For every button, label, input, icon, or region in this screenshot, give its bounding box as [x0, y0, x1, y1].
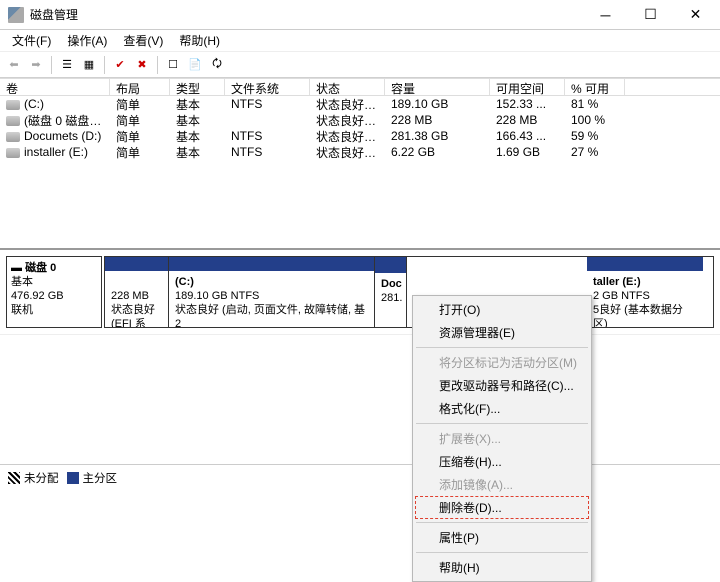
- delete-icon[interactable]: ✖: [132, 55, 152, 75]
- ctx-help[interactable]: 帮助(H): [415, 556, 589, 579]
- column-headers[interactable]: 卷 布局 类型 文件系统 状态 容量 可用空间 % 可用: [0, 78, 720, 96]
- ctx-explorer[interactable]: 资源管理器(E): [415, 321, 589, 344]
- menu-file[interactable]: 文件(F): [4, 30, 59, 51]
- sheet-icon[interactable]: 📄: [185, 55, 205, 75]
- col-status: 状态: [310, 79, 385, 95]
- window-title: 磁盘管理: [30, 6, 583, 23]
- disk-name: 磁盘 0: [25, 262, 56, 274]
- ctx-mirror: 添加镜像(A)...: [415, 473, 589, 496]
- volume-icon: [6, 132, 20, 142]
- disk-state: 联机: [11, 304, 33, 316]
- menu-view[interactable]: 查看(V): [115, 30, 171, 51]
- ctx-delete-volume[interactable]: 删除卷(D)...: [415, 496, 589, 519]
- partition[interactable]: taller (E:)2 GB NTFS5良好 (基本数据分区): [587, 257, 703, 327]
- check-icon[interactable]: ✔: [110, 55, 130, 75]
- refresh-icon[interactable]: 🗘: [207, 55, 227, 75]
- ctx-properties[interactable]: 属性(P): [415, 526, 589, 549]
- legend-unalloc: 未分配: [24, 473, 59, 485]
- empty-area: [0, 334, 720, 464]
- disk-type: 基本: [11, 276, 33, 288]
- col-pct: % 可用: [565, 79, 625, 95]
- disk-info[interactable]: ▬ 磁盘 0 基本 476.92 GB 联机: [6, 256, 102, 328]
- partition[interactable]: Doc281.: [375, 257, 407, 327]
- col-free: 可用空间: [490, 79, 565, 95]
- col-layout: 布局: [110, 79, 170, 95]
- volume-list: 卷 布局 类型 文件系统 状态 容量 可用空间 % 可用 (C:)简单基本NTF…: [0, 78, 720, 250]
- col-cap: 容量: [385, 79, 490, 95]
- properties-icon[interactable]: ☐: [163, 55, 183, 75]
- menubar: 文件(F) 操作(A) 查看(V) 帮助(H): [0, 30, 720, 52]
- maximize-button[interactable]: ☐: [628, 0, 673, 30]
- col-type: 类型: [170, 79, 225, 95]
- forward-icon: ➡: [26, 55, 46, 75]
- ctx-extend: 扩展卷(X)...: [415, 427, 589, 450]
- legend-swatch-unalloc: [8, 472, 20, 484]
- titlebar: 磁盘管理 ─ ☐ ✕: [0, 0, 720, 30]
- minimize-button[interactable]: ─: [583, 0, 628, 30]
- legend-swatch-primary: [67, 472, 79, 484]
- context-menu: 打开(O) 资源管理器(E) 将分区标记为活动分区(M) 更改驱动器号和路径(C…: [412, 295, 592, 582]
- partition-bar: 228 MB状态良好 (EFI 系(C:)189.10 GB NTFS状态良好 …: [104, 256, 714, 328]
- menu-help[interactable]: 帮助(H): [171, 30, 228, 51]
- toolbar: ⬅ ➡ ☰ ▦ ✔ ✖ ☐ 📄 🗘: [0, 52, 720, 78]
- close-button[interactable]: ✕: [673, 0, 718, 30]
- ctx-open[interactable]: 打开(O): [415, 298, 589, 321]
- table-row[interactable]: Documets (D:)简单基本NTFS状态良好 (...281.38 GB1…: [0, 128, 720, 144]
- app-icon: [8, 7, 24, 23]
- ctx-format[interactable]: 格式化(F)...: [415, 397, 589, 420]
- legend-primary: 主分区: [83, 473, 118, 485]
- partition[interactable]: 228 MB状态良好 (EFI 系: [105, 257, 169, 327]
- partition[interactable]: (C:)189.10 GB NTFS状态良好 (启动, 页面文件, 故障转储, …: [169, 257, 375, 327]
- ctx-shrink[interactable]: 压缩卷(H)...: [415, 450, 589, 473]
- table-row[interactable]: (磁盘 0 磁盘分区 1)简单基本状态良好 (...228 MB228 MB10…: [0, 112, 720, 128]
- volume-icon: [6, 100, 20, 110]
- back-icon: ⬅: [4, 55, 24, 75]
- volume-icon: [6, 116, 20, 126]
- col-fs: 文件系统: [225, 79, 310, 95]
- disk-size: 476.92 GB: [11, 290, 64, 302]
- ctx-mark-active: 将分区标记为活动分区(M): [415, 351, 589, 374]
- ctx-change-letter[interactable]: 更改驱动器号和路径(C)...: [415, 374, 589, 397]
- menu-action[interactable]: 操作(A): [59, 30, 115, 51]
- table-row[interactable]: installer (E:)简单基本NTFS状态良好 (...6.22 GB1.…: [0, 144, 720, 160]
- view-list-icon[interactable]: ☰: [57, 55, 77, 75]
- table-row[interactable]: (C:)简单基本NTFS状态良好 (...189.10 GB152.33 ...…: [0, 96, 720, 112]
- disk-map: ▬ 磁盘 0 基本 476.92 GB 联机 228 MB状态良好 (EFI 系…: [0, 250, 720, 334]
- volume-icon: [6, 148, 20, 158]
- legend: 未分配 主分区: [0, 464, 720, 490]
- view-detail-icon[interactable]: ▦: [79, 55, 99, 75]
- col-volume: 卷: [0, 79, 110, 95]
